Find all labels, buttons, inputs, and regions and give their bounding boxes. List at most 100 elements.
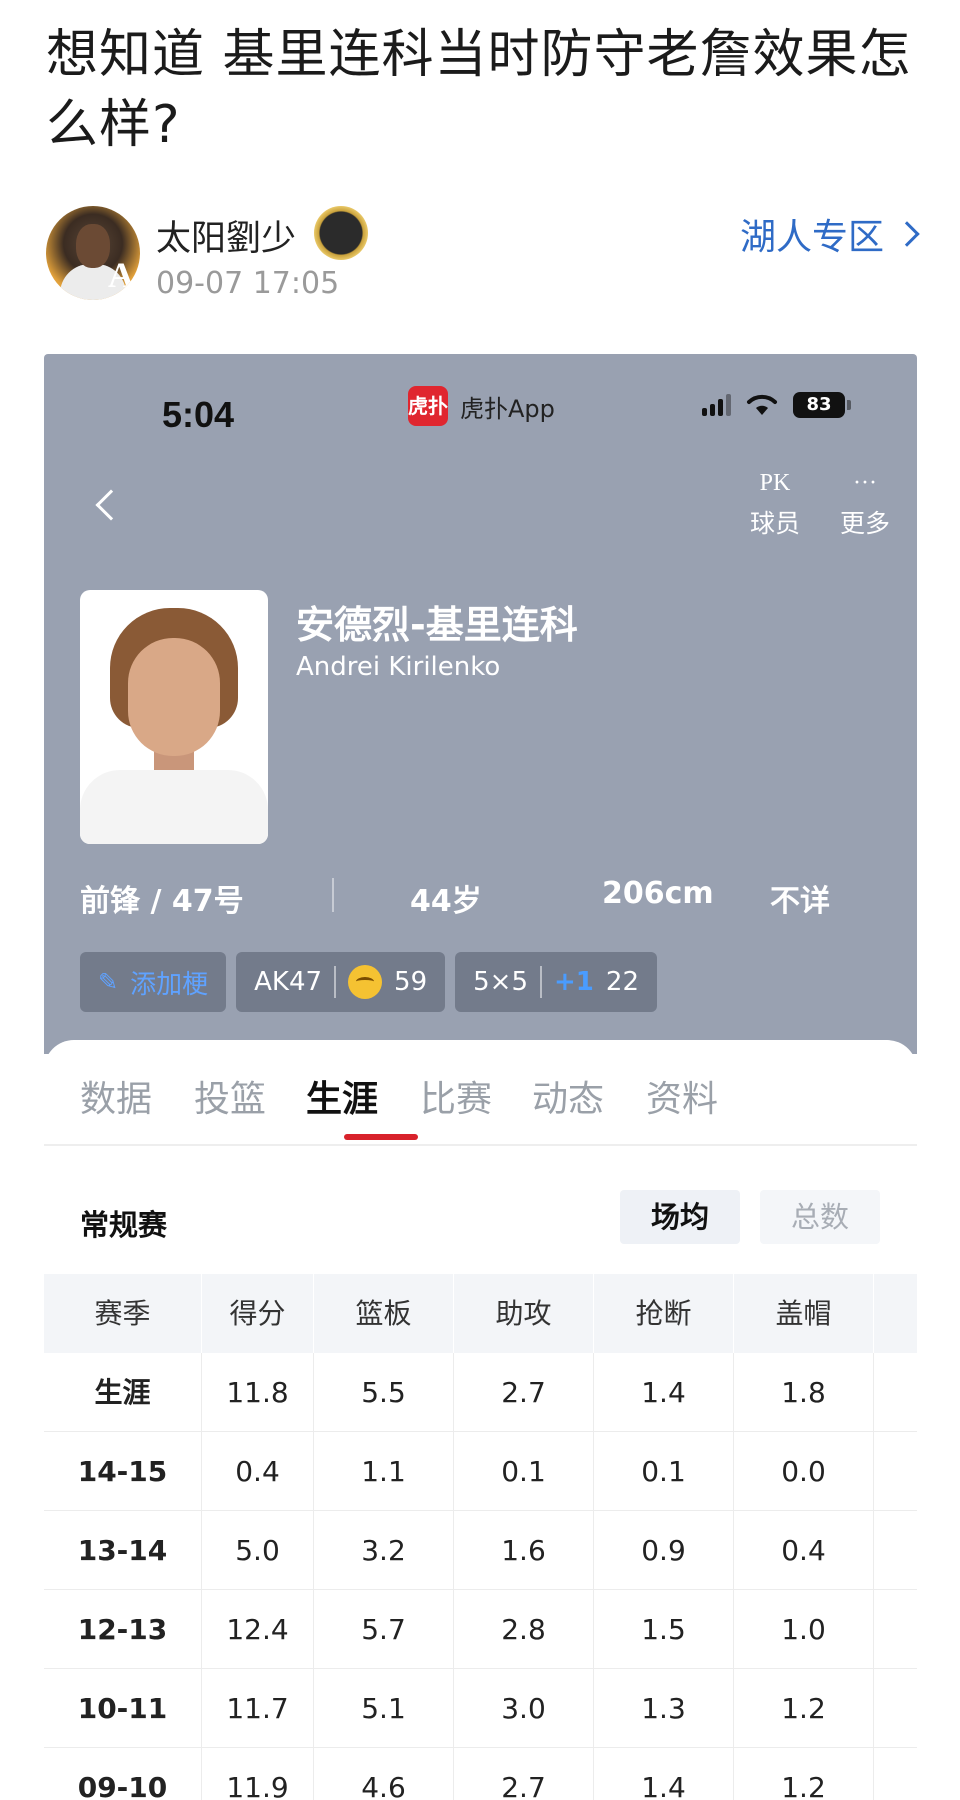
status-bar-time: 5:04 bbox=[162, 394, 235, 435]
career-stats-table: 赛季 得分 篮板 助攻 抢断 盖帽 生涯 11.8 5.5 2.7 1.4 1.… bbox=[44, 1274, 917, 1800]
table-cell: 3.2 bbox=[314, 1511, 454, 1590]
table-cell: 1.5 bbox=[594, 1590, 734, 1669]
table-cell: 1.4 bbox=[594, 1353, 734, 1432]
table-row[interactable]: 14-15 0.4 1.1 0.1 0.1 0.0 bbox=[44, 1432, 917, 1511]
column-header: 助攻 bbox=[454, 1274, 594, 1353]
player-name-en: Andrei Kirilenko bbox=[296, 652, 501, 682]
app-indicator: 虎扑 虎扑App bbox=[408, 386, 555, 426]
table-cell: 1.8 bbox=[734, 1353, 874, 1432]
tag-5x5[interactable]: 5×5 +1 22 bbox=[455, 952, 657, 1012]
author-badge-icon bbox=[314, 206, 368, 260]
table-row[interactable]: 10-11 11.7 5.1 3.0 1.3 1.2 bbox=[44, 1669, 917, 1748]
zone-link-label: 湖人专区 bbox=[739, 217, 884, 258]
author-avatar[interactable]: A bbox=[46, 206, 140, 300]
column-header: 赛季 bbox=[44, 1274, 202, 1353]
player-info-row: 前锋 / 47号 44岁 206cm 不详 bbox=[80, 870, 880, 920]
per-game-toggle[interactable]: 场均 bbox=[620, 1190, 740, 1244]
table-cell: 1.2 bbox=[734, 1748, 874, 1800]
table-cell: 2.8 bbox=[454, 1590, 594, 1669]
table-row[interactable]: 13-14 5.0 3.2 1.6 0.9 0.4 bbox=[44, 1511, 917, 1590]
column-header: 抢断 bbox=[594, 1274, 734, 1353]
tab-bar: 数据 投篮 生涯 比赛 动态 资料 bbox=[80, 1070, 880, 1140]
totals-toggle[interactable]: 总数 bbox=[760, 1190, 880, 1244]
tab-news[interactable]: 动态 bbox=[532, 1070, 604, 1122]
post-title: 想知道 基里连科当时防守老詹效果怎么样? bbox=[46, 25, 912, 155]
table-cell: 13-14 bbox=[44, 1511, 202, 1590]
table-cell: 1.3 bbox=[594, 1669, 734, 1748]
battery-icon: 83 bbox=[793, 392, 851, 418]
table-cell: 11.9 bbox=[202, 1748, 314, 1800]
embedded-screenshot[interactable]: 5:04 虎扑 虎扑App 83 PK 球员 ··· 更多 安德烈-基里连科 A… bbox=[44, 354, 917, 1800]
author-row: A 太阳劉少 09-07 17:05 湖人专区 bbox=[46, 206, 920, 306]
tab-shooting[interactable]: 投篮 bbox=[194, 1070, 266, 1122]
divider bbox=[334, 966, 337, 998]
table-cell: 1.6 bbox=[454, 1511, 594, 1590]
player-name-cn: 安德烈-基里连科 bbox=[296, 603, 578, 647]
column-header: 得分 bbox=[202, 1274, 314, 1353]
back-button[interactable] bbox=[86, 484, 130, 528]
player-tags: ✎ 添加梗 AK47 59 5×5 +1 22 bbox=[80, 952, 657, 1012]
table-cell: 0.1 bbox=[594, 1432, 734, 1511]
table-cell: 2.7 bbox=[454, 1353, 594, 1432]
table-cell: 11.8 bbox=[202, 1353, 314, 1432]
table-cell: 3.0 bbox=[454, 1669, 594, 1748]
table-cell: 1.1 bbox=[314, 1432, 454, 1511]
tag-name: 5×5 bbox=[473, 967, 529, 997]
smirk-emoji-icon bbox=[348, 965, 383, 999]
chevron-right-icon bbox=[894, 221, 920, 247]
stats-card: 数据 投篮 生涯 比赛 动态 资料 常规赛 场均 总数 赛季 得分 篮板 助攻 … bbox=[44, 1040, 917, 1800]
tag-name: AK47 bbox=[254, 967, 323, 997]
pk-players-button[interactable]: PK 球员 bbox=[740, 466, 810, 540]
table-cell: 5.0 bbox=[202, 1511, 314, 1590]
app-name: 虎扑App bbox=[460, 394, 555, 423]
tab-data[interactable]: 数据 bbox=[80, 1070, 152, 1122]
table-cell: 11.7 bbox=[202, 1669, 314, 1748]
zone-link[interactable]: 湖人专区 bbox=[739, 208, 920, 260]
hupu-logo-icon: 虎扑 bbox=[408, 386, 448, 426]
divider bbox=[44, 1144, 917, 1146]
player-position-number: 前锋 / 47号 bbox=[80, 884, 244, 919]
pencil-icon: ✎ bbox=[98, 968, 119, 996]
table-cell: 14-15 bbox=[44, 1432, 202, 1511]
section-title: 常规赛 bbox=[80, 1208, 168, 1242]
table-cell: 0.1 bbox=[454, 1432, 594, 1511]
table-row[interactable]: 生涯 11.8 5.5 2.7 1.4 1.8 bbox=[44, 1353, 917, 1432]
table-cell: 1.0 bbox=[734, 1590, 874, 1669]
chevron-left-icon bbox=[95, 489, 127, 521]
more-icon: ··· bbox=[853, 470, 877, 496]
add-tag-button[interactable]: ✎ 添加梗 bbox=[80, 952, 227, 1012]
table-cell: 2.7 bbox=[454, 1748, 594, 1800]
player-age: 44岁 bbox=[410, 884, 482, 919]
table-row[interactable]: 09-10 11.9 4.6 2.7 1.4 1.2 bbox=[44, 1748, 917, 1800]
post-time: 09-07 17:05 bbox=[156, 266, 340, 301]
player-other-info: 不详 bbox=[770, 884, 830, 919]
table-cell: 0.4 bbox=[734, 1511, 874, 1590]
column-header: 盖帽 bbox=[734, 1274, 874, 1353]
divider bbox=[332, 878, 334, 912]
tab-career[interactable]: 生涯 bbox=[306, 1070, 378, 1122]
tag-count: 22 bbox=[605, 967, 639, 997]
table-row[interactable]: 12-13 12.4 5.7 2.8 1.5 1.0 bbox=[44, 1590, 917, 1669]
table-cell: 1.4 bbox=[594, 1748, 734, 1800]
tag-ak47[interactable]: AK47 59 bbox=[236, 952, 446, 1012]
table-cell: 1.2 bbox=[734, 1669, 874, 1748]
author-name[interactable]: 太阳劉少 bbox=[156, 210, 296, 261]
table-cell: 0.0 bbox=[734, 1432, 874, 1511]
table-cell: 10-11 bbox=[44, 1669, 202, 1748]
cellular-signal-icon bbox=[702, 394, 731, 416]
table-cell: 12.4 bbox=[202, 1590, 314, 1669]
player-height: 206cm bbox=[602, 876, 714, 911]
tab-games[interactable]: 比赛 bbox=[420, 1070, 492, 1122]
column-header: 篮板 bbox=[314, 1274, 454, 1353]
table-cell: 4.6 bbox=[314, 1748, 454, 1800]
table-cell: 5.5 bbox=[314, 1353, 454, 1432]
table-cell: 5.1 bbox=[314, 1669, 454, 1748]
table-cell: 12-13 bbox=[44, 1590, 202, 1669]
table-cell: 生涯 bbox=[44, 1353, 202, 1432]
pk-label: 球员 bbox=[749, 509, 800, 538]
tab-profile[interactable]: 资料 bbox=[646, 1070, 718, 1122]
active-tab-indicator bbox=[344, 1134, 418, 1140]
more-label: 更多 bbox=[839, 509, 890, 538]
plus-one-icon: +1 bbox=[554, 967, 594, 997]
more-button[interactable]: ··· 更多 bbox=[830, 466, 900, 540]
